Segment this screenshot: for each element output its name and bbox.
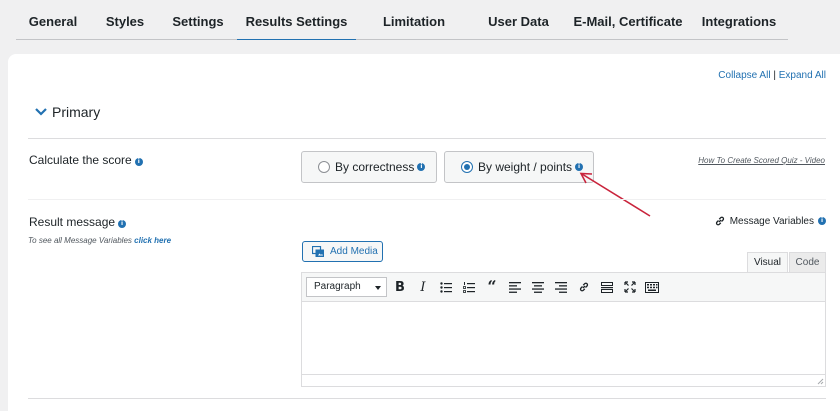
bold-button[interactable]: B bbox=[391, 278, 409, 296]
message-variables-hint: To see all Message Variables click here bbox=[28, 236, 171, 245]
toolbar-toggle-button[interactable] bbox=[643, 278, 661, 296]
bottom-divider bbox=[28, 398, 826, 399]
tab-integrations[interactable]: Integrations bbox=[701, 0, 777, 40]
italic-button[interactable]: I bbox=[414, 278, 432, 296]
editor-content-area[interactable] bbox=[302, 302, 825, 374]
tab-general[interactable]: General bbox=[16, 0, 90, 40]
bullet-list-icon bbox=[440, 281, 452, 293]
info-icon[interactable]: i bbox=[818, 217, 826, 225]
fullscreen-button[interactable] bbox=[621, 278, 639, 296]
hint-text: To see all Message Variables bbox=[28, 236, 132, 245]
read-more-icon bbox=[601, 281, 613, 293]
settings-tabs: General Styles Settings Results Settings… bbox=[16, 0, 788, 72]
tab-limitation-users[interactable]: Limitation Users bbox=[364, 0, 464, 72]
collapse-all-link[interactable]: Collapse All bbox=[718, 70, 770, 81]
links-separator: | bbox=[773, 70, 776, 81]
row-divider bbox=[28, 199, 826, 200]
editor-toolbar: Paragraph B I “ bbox=[302, 273, 825, 302]
add-media-label: Add Media bbox=[330, 246, 378, 257]
expand-all-link[interactable]: Expand All bbox=[779, 70, 826, 81]
keyboard-icon bbox=[645, 281, 659, 293]
link-icon bbox=[715, 216, 724, 226]
insert-link-button[interactable] bbox=[575, 278, 593, 296]
tab-visual[interactable]: Visual bbox=[747, 252, 788, 272]
score-label: Calculate the score bbox=[29, 153, 132, 167]
read-more-button[interactable] bbox=[598, 278, 616, 296]
resize-handle-icon[interactable] bbox=[816, 377, 824, 385]
align-right-icon bbox=[555, 281, 567, 293]
score-label-row: Calculate the score i bbox=[29, 153, 143, 167]
align-center-icon bbox=[532, 281, 544, 293]
format-select[interactable]: Paragraph bbox=[306, 277, 387, 297]
tab-user-data[interactable]: User Data bbox=[486, 0, 551, 40]
align-left-button[interactable] bbox=[506, 278, 524, 296]
option-weight-label: By weight / points bbox=[478, 160, 573, 174]
quote-icon: “ bbox=[487, 277, 497, 296]
primary-section-toggle[interactable]: Primary bbox=[34, 104, 100, 120]
align-right-button[interactable] bbox=[552, 278, 570, 296]
align-left-icon bbox=[509, 281, 521, 293]
click-here-link[interactable]: click here bbox=[134, 236, 171, 245]
info-icon[interactable]: i bbox=[118, 220, 127, 228]
tab-settings[interactable]: Settings bbox=[163, 0, 233, 40]
annotation-arrow bbox=[579, 172, 651, 217]
result-message-label: Result message bbox=[29, 215, 116, 229]
score-option-correctness[interactable]: By correctness i bbox=[301, 151, 437, 183]
result-message-label-row: Result message i bbox=[29, 215, 127, 229]
fullscreen-icon bbox=[624, 281, 636, 293]
add-media-button[interactable]: Add Media bbox=[302, 241, 383, 262]
tab-email-certificate[interactable]: E-Mail, Certificate bbox=[572, 0, 684, 40]
section-divider bbox=[28, 138, 826, 139]
blockquote-button[interactable]: “ bbox=[483, 278, 501, 296]
info-icon[interactable]: i bbox=[417, 163, 426, 171]
option-correctness-label: By correctness bbox=[335, 160, 415, 174]
chevron-down-icon bbox=[35, 108, 47, 116]
message-variables-label: Message Variables bbox=[729, 215, 814, 227]
radio-correctness[interactable] bbox=[318, 161, 330, 173]
section-title: Primary bbox=[52, 104, 101, 120]
editor-status-bar bbox=[302, 374, 825, 386]
bullet-list-button[interactable] bbox=[437, 278, 455, 296]
info-icon[interactable]: i bbox=[134, 158, 143, 166]
result-message-editor: Paragraph B I “ bbox=[301, 272, 826, 387]
tab-styles[interactable]: Styles bbox=[95, 0, 155, 40]
numbered-list-button[interactable] bbox=[460, 278, 478, 296]
bold-icon: B bbox=[395, 279, 405, 295]
italic-icon: I bbox=[420, 279, 426, 295]
scored-quiz-video-link[interactable]: How To Create Scored Quiz - Video bbox=[698, 156, 825, 165]
format-select-value: Paragraph bbox=[314, 281, 361, 292]
link-icon bbox=[579, 282, 589, 292]
tab-results-settings[interactable]: Results Settings bbox=[237, 0, 356, 40]
media-icon bbox=[312, 245, 324, 257]
message-variables-link[interactable]: Message Variables i bbox=[714, 215, 826, 227]
collapse-expand-links: Collapse All | Expand All bbox=[718, 70, 826, 81]
tab-code[interactable]: Code bbox=[789, 252, 826, 272]
numbered-list-icon bbox=[463, 281, 475, 293]
align-center-button[interactable] bbox=[529, 278, 547, 296]
caret-down-icon bbox=[375, 286, 381, 290]
radio-weight-points[interactable] bbox=[461, 161, 473, 173]
